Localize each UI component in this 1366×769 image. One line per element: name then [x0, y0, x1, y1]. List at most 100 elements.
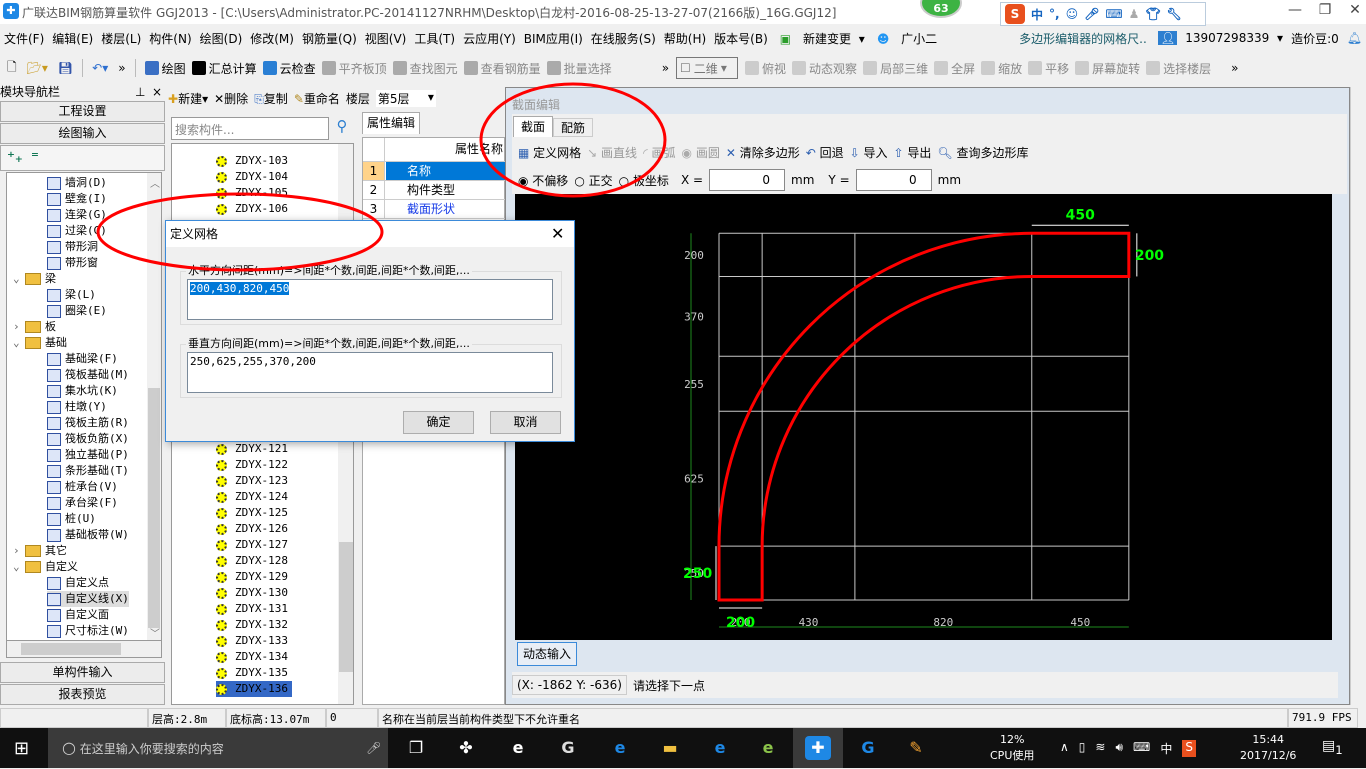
ok-button[interactable]: 确定 [403, 411, 474, 434]
nav-tree-item[interactable]: 柱墩(Y) [47, 399, 107, 415]
y-input[interactable]: 0 [855, 169, 932, 191]
view-button[interactable]: 局部三维 [860, 60, 931, 77]
component-item[interactable]: ZDYX-106 [216, 201, 292, 217]
menu-item[interactable]: 工具(T) [410, 30, 459, 47]
menu-item[interactable]: BIM应用(I) [520, 30, 587, 47]
snap-ortho[interactable]: ○ 正交 [574, 172, 612, 189]
property-row[interactable]: 1 名称 [363, 162, 506, 181]
chevron-down-icon[interactable]: ⌄ [13, 271, 25, 287]
view-button[interactable]: 缩放 [978, 60, 1025, 77]
restore-button[interactable]: ❐ [1310, 2, 1340, 20]
nav-tree-item[interactable]: 承台梁(F) [47, 495, 118, 511]
ime-indicator[interactable]: 中 [1160, 740, 1172, 757]
component-item[interactable]: ZDYX-135 [216, 665, 292, 681]
nav-tree-item[interactable]: 集水坑(K) [47, 383, 118, 399]
sogou-tray-icon[interactable]: S [1182, 740, 1196, 757]
menu-item[interactable]: 楼层(L) [97, 30, 145, 47]
copy-button[interactable]: ⎘复制 [254, 90, 288, 107]
nav-tree-item[interactable]: 圈梁(E) [47, 303, 107, 319]
chevron-right-icon[interactable]: › [13, 319, 25, 335]
section-tool-button[interactable]: 🔍︎ 查询多边形库 [937, 144, 1028, 161]
component-item[interactable]: ZDYX-124 [216, 489, 292, 505]
view-button[interactable]: 全屏 [931, 60, 978, 77]
menu-item[interactable]: 视图(V) [361, 30, 411, 47]
dynamic-input-button[interactable]: 动态输入 [517, 642, 577, 666]
property-row[interactable]: 3 截面形状 [363, 200, 506, 219]
ime-punct[interactable]: °, [1049, 7, 1060, 21]
menu-item[interactable]: 帮助(H) [660, 30, 710, 47]
section-tool-button[interactable]: ▦ 定义网格 [518, 144, 581, 161]
keyboard-icon[interactable]: ⌨ [1133, 740, 1150, 757]
edge-icon[interactable]: e [607, 736, 633, 760]
nav-tree-item[interactable]: 带形洞 [47, 239, 98, 255]
component-item[interactable]: ZDYX-130 [216, 585, 292, 601]
toolbar-button[interactable]: 绘图 [142, 60, 189, 77]
menu-item[interactable]: 云应用(Y) [459, 30, 520, 47]
toolbar-overflow-3[interactable]: » [1228, 61, 1241, 75]
nav-close-icon[interactable]: × [152, 86, 162, 98]
view-button[interactable]: 屏幕旋转 [1072, 60, 1143, 77]
snap-polar[interactable]: ○ 极坐标 [619, 172, 669, 189]
keyboard-icon[interactable]: ⌨ [1105, 7, 1122, 21]
nav-tree-item[interactable]: ⌄ 梁 [13, 271, 56, 287]
menu-item[interactable]: 构件(N) [145, 30, 195, 47]
nav-tree-item[interactable]: 过梁(G) [47, 223, 107, 239]
component-scroll-thumb[interactable] [339, 542, 353, 672]
component-item[interactable]: ZDYX-131 [216, 601, 292, 617]
component-item[interactable]: ZDYX-133 [216, 633, 292, 649]
nav-tree-item[interactable]: 独立基础(P) [47, 447, 129, 463]
nav-tree-item[interactable]: 筏板主筋(R) [47, 415, 129, 431]
toolbar-button[interactable]: 汇总计算 [189, 60, 260, 77]
tree-hscrollbar[interactable] [6, 640, 162, 658]
nav-tree-item[interactable]: 自定义线(X) [47, 591, 129, 607]
nav-tree-item[interactable]: 壁龛(I) [47, 191, 107, 207]
component-item[interactable]: ZDYX-123 [216, 473, 292, 489]
nav-tree-item[interactable]: 筏板负筋(X) [47, 431, 129, 447]
toolbar-button[interactable]: 云检查 [260, 60, 319, 77]
component-item[interactable]: ZDYX-122 [216, 457, 292, 473]
section-tool-button[interactable]: ✕ 清除多边形 [726, 144, 800, 161]
menu-item[interactable]: 文件(F) [0, 30, 48, 47]
view-button[interactable]: 动态观察 [789, 60, 860, 77]
menu-item[interactable]: 修改(M) [246, 30, 298, 47]
nav-tree-item[interactable]: ⌄ 自定义 [13, 559, 78, 575]
x-input[interactable]: 0 [709, 169, 786, 191]
action-center-icon[interactable]: ▤1 [1322, 738, 1343, 757]
nav-tree-item[interactable]: › 其它 [13, 543, 67, 559]
bell-icon[interactable]: 🔔︎ [1343, 31, 1366, 45]
view-button[interactable]: 平移 [1025, 60, 1072, 77]
drawing-canvas[interactable]: 200 430 820 450 250 625 255 370 200 450 200 200 250 [515, 194, 1332, 640]
glodon-g-icon[interactable]: G [855, 736, 881, 760]
cancel-button[interactable]: 取消 [490, 411, 561, 434]
horizontal-spacing-input[interactable]: 200,430,820,450 [187, 279, 553, 320]
component-item[interactable]: ZDYX-132 [216, 617, 292, 633]
active-task[interactable]: ✚ [793, 728, 843, 768]
microphone-icon[interactable]: 🎤︎ [1084, 7, 1099, 21]
ie-icon[interactable]: e [707, 736, 733, 760]
chevron-down-icon[interactable]: ⌄ [13, 559, 25, 575]
report-preview-button[interactable]: 报表预览 [0, 684, 165, 705]
component-item[interactable]: ZDYX-125 [216, 505, 292, 521]
component-item[interactable]: ZDYX-136 [216, 681, 292, 697]
app-icon-g[interactable]: G [555, 736, 581, 760]
save-button[interactable]: 💾︎ [55, 61, 76, 75]
nav-tree-item[interactable]: › 板 [13, 319, 56, 335]
wrench-icon[interactable]: 🔧︎ [1167, 7, 1182, 21]
component-item[interactable]: ZDYX-134 [216, 649, 292, 665]
marquee-text[interactable]: 多边形编辑器的网格尺.. [1015, 30, 1154, 47]
grid-drawing[interactable]: 200 430 820 450250625255370200450200200250 [515, 194, 1332, 640]
floor-select[interactable]: 第5层 ▾ [375, 89, 436, 107]
menu-item[interactable]: 钢筋量(Q) [298, 30, 361, 47]
undo-button[interactable]: ↶▾ [89, 61, 111, 75]
nav-tree-item[interactable]: 桩(U) [47, 511, 96, 527]
windows-start-icon[interactable]: ⊞ [14, 738, 29, 759]
section-tool-button[interactable]: ◉ 画圆 [682, 144, 720, 161]
section-tool-button[interactable]: ◜ 画弧 [643, 144, 675, 161]
project-settings-button[interactable]: 工程设置 [0, 101, 165, 122]
nav-tree-item[interactable]: 条形基础(T) [47, 463, 129, 479]
component-item[interactable]: ZDYX-105 [216, 185, 292, 201]
single-input-button[interactable]: 单构件输入 [0, 662, 165, 683]
volume-icon[interactable]: 🔊︎ [1115, 740, 1123, 757]
new-file-button[interactable]: 🗋 [4, 58, 20, 79]
close-button[interactable]: ✕ [1340, 2, 1366, 20]
